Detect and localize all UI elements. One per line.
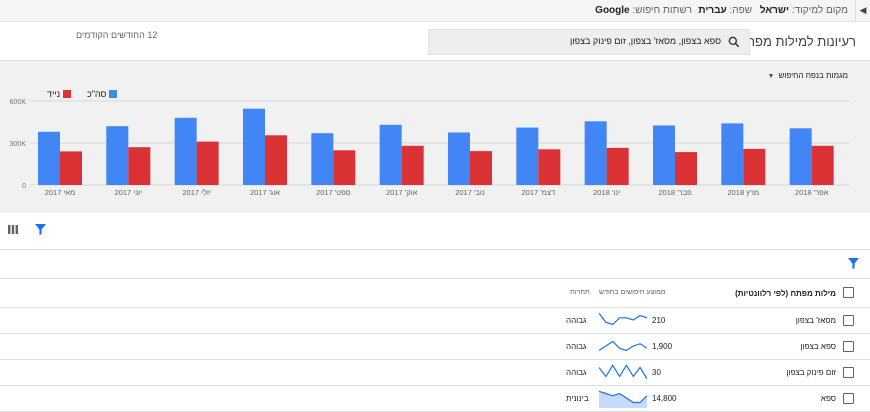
filter-icon[interactable] — [35, 224, 46, 235]
competition-column-header[interactable]: תחרות — [570, 289, 590, 296]
keyword-cell: ספא — [820, 394, 836, 403]
bar-mobile — [743, 148, 766, 185]
search-volume-cell: 30 — [652, 368, 661, 377]
language-value: עברית — [698, 5, 727, 16]
table-row[interactable]: ספא 14,800 בינונית — [0, 386, 870, 412]
x-tick-label: ינו' 2018 — [593, 188, 620, 197]
sparkline-line — [599, 364, 647, 380]
row-checkbox[interactable] — [843, 315, 854, 326]
x-tick-label: מרץ 2018 — [727, 188, 759, 197]
location-label: מקום למיקוד: — [791, 5, 848, 16]
y-tick-label: 0 — [22, 183, 26, 190]
bar-mobile — [401, 145, 424, 185]
bar-mobile — [265, 135, 287, 185]
bar-total — [721, 123, 744, 185]
chart-panel: מגמות בנפח החיפוש▼ סה"כ נייד 0 300K 600K מא… — [0, 60, 870, 213]
bar-mobile — [470, 151, 492, 185]
x-tick-label: אפר' 2018 — [795, 188, 829, 197]
x-tick-label: ספט' 2017 — [316, 188, 351, 197]
competition-cell: גבוהה — [566, 316, 587, 325]
search-volume-cell: 14,800 — [652, 394, 677, 403]
bar-total — [311, 133, 334, 185]
language-label: שפה: — [729, 5, 752, 16]
bar-mobile — [675, 152, 697, 185]
x-tick-label: מאי 2017 — [45, 188, 76, 197]
bar-total — [789, 128, 812, 185]
filter-icon[interactable] — [848, 258, 859, 269]
search-icon[interactable] — [727, 35, 741, 49]
bar-mobile — [60, 151, 82, 185]
x-tick-label: פבר' 2018 — [658, 188, 692, 197]
page-header: רעיונות למילות מפתח ספא בצפון, מסאז' בצפ… — [0, 22, 870, 60]
columns-icon[interactable] — [8, 225, 18, 234]
bar-total — [653, 125, 675, 185]
table-header: מילות מפתח (לפי רלוונטיות) ממוצע חיפושים… — [0, 278, 870, 308]
bar-total — [516, 127, 539, 185]
select-all-checkbox[interactable] — [843, 287, 854, 298]
bar-mobile — [811, 145, 834, 185]
row-checkbox[interactable] — [843, 393, 854, 404]
y-tick-label: 300K — [10, 141, 27, 148]
x-tick-label: יוני 2017 — [115, 188, 143, 197]
search-volume-column-header[interactable]: ממוצע חיפושים בחודש — [599, 289, 666, 296]
date-range-selector[interactable]: 12 החודשים הקודמים — [76, 30, 157, 40]
x-tick-label: אוק' 2017 — [386, 188, 418, 197]
x-tick-label: דצמ' 2017 — [522, 188, 556, 197]
keyword-search-box[interactable]: ספא בצפון, מסאז' בצפון, זום פינוק בצפון — [428, 29, 750, 55]
collapse-icon[interactable]: ◀ — [855, 0, 870, 21]
bar-total — [174, 117, 197, 185]
competition-cell: בינונית — [566, 394, 589, 403]
top-settings-bar: ◀ מקום למיקוד: ישראל שפה: עברית רשתות חי… — [0, 0, 870, 22]
sparkline-line — [599, 312, 647, 326]
table-row[interactable]: ספא בצפון 1,900 גבוהה — [0, 334, 870, 360]
trend-sparkline[interactable] — [599, 362, 647, 382]
y-tick-label: 600K — [10, 99, 27, 106]
bar-total — [38, 131, 60, 185]
bar-mobile — [196, 141, 219, 185]
search-volume-chart: 0 300K 600K מאי 2017 יוני 2017 יולי 2017 אוג' … — [10, 99, 850, 197]
competition-cell: גבוהה — [566, 368, 587, 377]
trend-sparkline[interactable] — [599, 388, 647, 408]
bar-total — [243, 108, 265, 185]
bar-total — [584, 121, 607, 185]
search-input[interactable]: ספא בצפון, מסאז' בצפון, זום פינוק בצפון — [570, 36, 721, 46]
bar-mobile — [128, 147, 151, 185]
keyword-table: מילות מפתח (לפי רלוונטיות) ממוצע חיפושים… — [0, 278, 870, 412]
network-label: רשתות חיפוש: — [632, 5, 692, 16]
bar-total — [106, 126, 129, 185]
bar-total — [379, 124, 402, 185]
x-tick-label: נוב' 2017 — [455, 188, 485, 197]
trend-sparkline[interactable] — [599, 310, 647, 330]
table-row[interactable]: מסאז' בצפון 210 גבוהה — [0, 308, 870, 334]
page-title: רעיונות למילות מפתח — [737, 34, 857, 49]
location-setting[interactable]: מקום למיקוד: ישראל — [760, 5, 848, 16]
language-setting[interactable]: שפה: עברית — [698, 5, 752, 16]
network-setting[interactable]: רשתות חיפוש: Google — [595, 5, 692, 16]
x-tick-label: יולי 2017 — [182, 188, 211, 197]
search-volume-cell: 210 — [652, 316, 666, 325]
keyword-cell: מסאז' בצפון — [795, 316, 836, 325]
row-checkbox[interactable] — [843, 367, 854, 378]
keyword-cell: ספא בצפון — [800, 342, 836, 351]
sparkline-line — [599, 340, 647, 352]
table-toolbar — [0, 213, 870, 250]
competition-cell: גבוהה — [566, 342, 587, 351]
bar-mobile — [606, 147, 629, 185]
keyword-cell: זום פינוק בצפון — [786, 368, 836, 377]
bar-mobile — [538, 149, 561, 185]
keyword-column-header[interactable]: מילות מפתח (לפי רלוונטיות) — [735, 289, 836, 298]
search-volume-cell: 1,900 — [652, 342, 673, 351]
bar-mobile — [333, 150, 356, 185]
location-value: ישראל — [759, 5, 789, 16]
bar-total — [448, 132, 470, 185]
table-row[interactable]: זום פינוק בצפון 30 גבוהה — [0, 360, 870, 386]
row-checkbox[interactable] — [843, 341, 854, 352]
x-tick-label: אוג' 2017 — [250, 188, 280, 197]
trend-sparkline[interactable] — [599, 336, 647, 356]
network-value: Google — [595, 5, 630, 16]
